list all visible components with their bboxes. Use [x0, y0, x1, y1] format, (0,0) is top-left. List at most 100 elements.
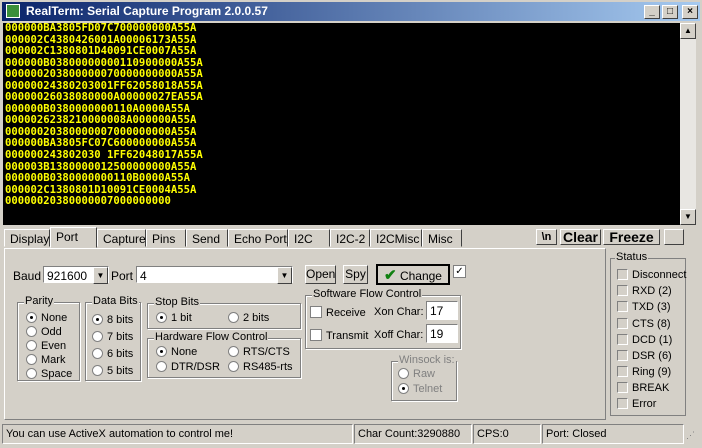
data-bits-label: Data Bits: [92, 295, 139, 307]
xoff-input[interactable]: 19: [426, 324, 458, 343]
baud-value: 921600: [47, 269, 88, 283]
tab-capture[interactable]: Capture: [97, 229, 146, 247]
led-indicator: [617, 398, 628, 409]
change-checkbox[interactable]: ✓: [453, 265, 466, 278]
terminal-display[interactable]: 000000BA3805FD07C700000000A55A 000002C438…: [3, 23, 680, 225]
port-status: Port: Closed: [542, 424, 684, 444]
newline-button[interactable]: \n: [536, 229, 557, 245]
xon-input[interactable]: 17: [426, 301, 458, 320]
stop-bits-2-radio[interactable]: 2 bits: [228, 312, 269, 324]
stop-bits-label: Stop Bits: [154, 296, 201, 308]
minimize-button[interactable]: _: [644, 5, 660, 19]
resize-grip-icon[interactable]: ⋰: [686, 430, 698, 442]
status-txd: TXD (3): [617, 301, 671, 313]
char-count: Char Count:3290880: [354, 424, 472, 444]
app-icon: [6, 4, 20, 18]
data-bits-5-radio[interactable]: 5 bits: [92, 365, 133, 377]
winsock-telnet-radio[interactable]: Telnet: [398, 383, 442, 395]
terminal-line: 000000243802030 1FF62048017A55A: [5, 149, 203, 162]
change-button[interactable]: ✔ Change: [376, 264, 450, 285]
data-bits-7-radio[interactable]: 7 bits: [92, 331, 133, 343]
terminal-line: 000000B0380000000110B0000A55A: [5, 172, 190, 185]
maximize-button[interactable]: □: [662, 5, 678, 19]
stop-bits-1-radio[interactable]: 1 bit: [156, 312, 192, 324]
parity-none-radio[interactable]: None: [26, 312, 67, 324]
port-label: Port: [111, 269, 134, 283]
led-indicator: [617, 301, 628, 312]
tab-i2c[interactable]: I2C: [288, 229, 330, 247]
status-bar: You can use ActiveX automation to contro…: [0, 422, 702, 446]
tab-display[interactable]: Display: [4, 229, 50, 247]
hw-flow-rs485-radio[interactable]: RS485-rts: [228, 361, 293, 373]
scroll-up-button[interactable]: ▲: [680, 23, 696, 39]
tab-misc[interactable]: Misc: [422, 229, 462, 247]
clear-button[interactable]: Clear: [560, 229, 601, 245]
change-label: Change: [399, 269, 442, 283]
close-button[interactable]: ×: [682, 5, 698, 19]
title-bar[interactable]: RealTerm: Serial Capture Program 2.0.0.5…: [2, 2, 700, 21]
freeze-button[interactable]: Freeze: [603, 229, 660, 245]
parity-odd-radio[interactable]: Odd: [26, 326, 62, 338]
data-bits-group: Data Bits 8 bits 7 bits 6 bits 5 bits: [85, 295, 141, 381]
data-bits-8-radio[interactable]: 8 bits: [92, 314, 133, 326]
sw-flow-receive-checkbox[interactable]: Receive: [310, 306, 366, 319]
parity-group: Parity None Odd Even Mark Space: [17, 295, 80, 381]
chevron-down-icon[interactable]: ▼: [93, 267, 108, 284]
parity-mark-radio[interactable]: Mark: [26, 354, 65, 366]
baud-label: Baud: [13, 269, 42, 283]
hw-flow-none-radio[interactable]: None: [156, 346, 197, 358]
spy-button[interactable]: Spy: [343, 265, 368, 284]
parity-even-radio[interactable]: Even: [26, 340, 66, 352]
led-indicator: [617, 366, 628, 377]
cps-value: CPS:0: [473, 424, 541, 444]
window-title: RealTerm: Serial Capture Program 2.0.0.5…: [26, 4, 268, 18]
software-flow-label: Software Flow Control: [312, 288, 423, 300]
led-indicator: [617, 269, 628, 280]
tab-i2cmisc[interactable]: I2CMisc: [370, 229, 422, 247]
led-indicator: [617, 318, 628, 329]
tab-i2c-2[interactable]: I2C-2: [330, 229, 370, 247]
tab-send[interactable]: Send: [186, 229, 228, 247]
winsock-group: Winsock is: Raw Telnet: [391, 354, 457, 401]
extra-button[interactable]: [664, 229, 684, 245]
open-button[interactable]: Open: [305, 265, 336, 284]
xoff-label: Xoff Char:: [374, 329, 424, 341]
hw-flow-dtr-dsr-radio[interactable]: DTR/DSR: [156, 361, 220, 373]
winsock-label: Winsock is:: [398, 354, 456, 366]
led-indicator: [617, 285, 628, 296]
software-flow-group: Software Flow Control Receive Xon Char: …: [305, 288, 461, 349]
data-bits-6-radio[interactable]: 6 bits: [92, 348, 133, 360]
parity-label: Parity: [24, 295, 55, 307]
terminal-scrollbar[interactable]: ▲ ▼: [680, 23, 696, 225]
status-rxd: RXD (2): [617, 285, 672, 297]
led-indicator: [617, 334, 628, 345]
terminal-line: 000002C1380801D40091CE0007A55A: [5, 45, 197, 58]
hw-flow-rts-cts-radio[interactable]: RTS/CTS: [228, 346, 290, 358]
terminal-line: 000000BA3805FD07C700000000A55A: [5, 23, 197, 34]
winsock-raw-radio[interactable]: Raw: [398, 368, 435, 380]
checkmark-icon: ✔: [384, 267, 397, 284]
status-cts: CTS (8): [617, 318, 671, 330]
status-message: You can use ActiveX automation to contro…: [2, 424, 353, 444]
port-value: 4: [140, 269, 147, 283]
led-indicator: [617, 350, 628, 361]
scroll-down-button[interactable]: ▼: [680, 209, 696, 225]
port-select[interactable]: 4 ▼: [136, 266, 293, 284]
baud-select[interactable]: 921600 ▼: [43, 266, 109, 284]
status-label: Status: [615, 251, 649, 263]
terminal-line: 00000020380000007000000000: [5, 195, 171, 208]
tab-port[interactable]: Port: [50, 227, 97, 248]
status-group: Status Disconnect RXD (2) TXD (3) CTS (8…: [610, 251, 686, 416]
led-indicator: [617, 382, 628, 393]
status-error: Error: [617, 398, 656, 410]
sw-flow-transmit-checkbox[interactable]: Transmit: [310, 329, 368, 342]
tab-pins[interactable]: Pins: [146, 229, 186, 247]
parity-space-radio[interactable]: Space: [26, 368, 72, 380]
status-ring: Ring (9): [617, 366, 671, 378]
status-break: BREAK: [617, 382, 669, 394]
chevron-down-icon[interactable]: ▼: [277, 267, 292, 284]
terminal-line: 000000203800000070000000000A55A: [5, 68, 203, 81]
tab-echo-port[interactable]: Echo Port: [228, 229, 288, 247]
status-dcd: DCD (1): [617, 334, 672, 346]
hardware-flow-group: Hardware Flow Control None RTS/CTS DTR/D…: [147, 331, 301, 378]
